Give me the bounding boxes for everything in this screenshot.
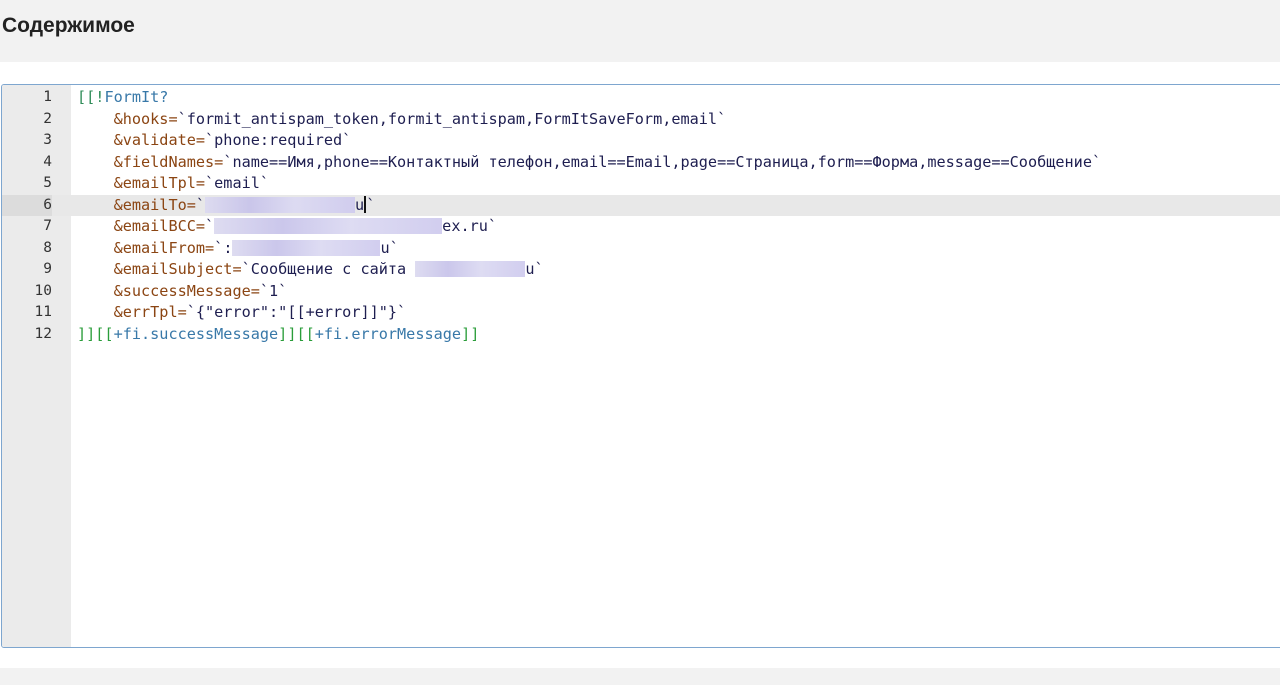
panel-footer xyxy=(0,668,1280,685)
code-token: &emailSubject= xyxy=(113,260,242,278)
code-line[interactable]: 7 &emailBCC=` ex.ru` xyxy=(2,216,1280,237)
code-token: &emailFrom= xyxy=(113,238,215,257)
code-token: &errTpl= xyxy=(113,303,187,321)
panel-title: Содержимое xyxy=(2,14,135,37)
code-token: FormIt? xyxy=(104,88,169,106)
redacted-text xyxy=(205,196,356,213)
code-text: &fieldNames=`name==Имя,phone==Контактный… xyxy=(77,152,1102,173)
code-token: ex.ru` xyxy=(442,217,498,235)
code-line[interactable]: 8 &emailFrom=`: u` xyxy=(2,238,1280,259)
line-number: 5 xyxy=(43,175,52,191)
code-line[interactable]: 12]][[+fi.successMessage]][[+fi.errorMes… xyxy=(2,324,1280,345)
code-token: &successMessage= xyxy=(113,281,260,300)
code-text: &emailFrom=`: u` xyxy=(77,238,399,259)
code-line[interactable]: 5 &emailTpl=`email` xyxy=(2,173,1280,194)
code-token: `name==Имя,phone==Контактный телефон,ema… xyxy=(223,152,1102,171)
code-token: `formit_antispam_token,formit_antispam,F… xyxy=(177,109,727,128)
code-text: ]][[+fi.successMessage]][[+fi.errorMessa… xyxy=(77,324,479,345)
code-area[interactable]: 1 [[!FormIt? 2 &hooks=`formit_antispam_tok… xyxy=(2,85,1280,647)
line-number: 9 xyxy=(43,261,52,277)
code-token: &fieldNames= xyxy=(113,152,224,171)
code-token: +fi.errorMessage xyxy=(314,324,462,343)
code-token: &emailTpl= xyxy=(113,174,206,192)
code-token: `: xyxy=(214,238,233,257)
code-token: [[! xyxy=(77,88,105,106)
code-token: ` xyxy=(366,195,376,214)
code-editor[interactable]: 1 [[!FormIt? 2 &hooks=`formit_antispam_tok… xyxy=(1,84,1280,648)
code-text: &validate=`phone:required` xyxy=(77,130,352,151)
code-line[interactable]: 3 &validate=`phone:required` xyxy=(2,130,1280,151)
code-token: &validate= xyxy=(113,131,206,149)
code-line[interactable]: 9 &emailSubject=`Сообщение с сайта u` xyxy=(2,259,1280,280)
line-number: 11 xyxy=(34,304,52,320)
line-number: 10 xyxy=(34,282,52,299)
code-token: &emailTo= xyxy=(113,195,196,214)
code-token: u` xyxy=(380,238,399,257)
panel-body: 1 [[!FormIt? 2 &hooks=`formit_antispam_tok… xyxy=(0,62,1280,668)
code-text: &emailBCC=` ex.ru` xyxy=(77,216,497,237)
code-text: &successMessage=`1` xyxy=(77,281,288,302)
code-token: u` xyxy=(525,260,544,278)
code-line[interactable]: 2 &hooks=`formit_antispam_token,formit_a… xyxy=(2,109,1280,130)
line-number: 4 xyxy=(43,153,52,170)
code-text: &errTpl=`{"error":"[[+error]]"}` xyxy=(77,302,407,323)
code-token: `{"error":"[[+error]]"}` xyxy=(186,303,407,321)
line-number: 1 xyxy=(43,89,52,105)
code-token: &emailBCC= xyxy=(113,217,206,235)
code-token: `phone:required` xyxy=(205,131,352,149)
line-number: 7 xyxy=(43,218,52,234)
code-token: ` xyxy=(195,195,206,214)
code-token: `Сообщение с сайта xyxy=(241,260,416,278)
line-number: 3 xyxy=(43,132,52,148)
code-text: &emailSubject=`Сообщение с сайта u` xyxy=(77,259,544,280)
code-text: &emailTpl=`email` xyxy=(77,173,269,194)
code-token: ]][[ xyxy=(77,324,114,343)
code-line[interactable]: 6 &emailTo=` u ` xyxy=(2,194,1280,216)
code-token: ]][[ xyxy=(278,324,315,343)
panel-header: Содержимое xyxy=(0,0,1280,62)
redacted-text xyxy=(415,261,526,277)
code-line[interactable]: 4 &fieldNames=`name==Имя,phone==Контактн… xyxy=(2,152,1280,173)
line-number: 2 xyxy=(43,110,52,127)
code-text: [[!FormIt? xyxy=(77,87,168,108)
code-token: +fi.successMessage xyxy=(113,324,279,343)
code-line[interactable]: 11 &errTpl=`{"error":"[[+error]]"}` xyxy=(2,302,1280,323)
line-number: 12 xyxy=(34,325,52,342)
code-token: &hooks= xyxy=(113,109,178,128)
code-line[interactable]: 10 &successMessage=`1` xyxy=(2,281,1280,302)
line-number: 6 xyxy=(2,194,52,216)
code-token: ` xyxy=(205,217,215,235)
code-token: `email` xyxy=(205,174,270,192)
code-token: u xyxy=(355,195,365,214)
redacted-text xyxy=(214,218,443,234)
redacted-text xyxy=(232,239,381,256)
code-text: &emailTo=` u ` xyxy=(77,195,375,216)
code-token: ]] xyxy=(461,324,480,343)
code-line[interactable]: 1 [[!FormIt? xyxy=(2,87,1280,108)
line-number: 8 xyxy=(43,239,52,256)
code-token: `1` xyxy=(259,281,288,300)
code-text: &hooks=`formit_antispam_token,formit_ant… xyxy=(77,109,727,130)
